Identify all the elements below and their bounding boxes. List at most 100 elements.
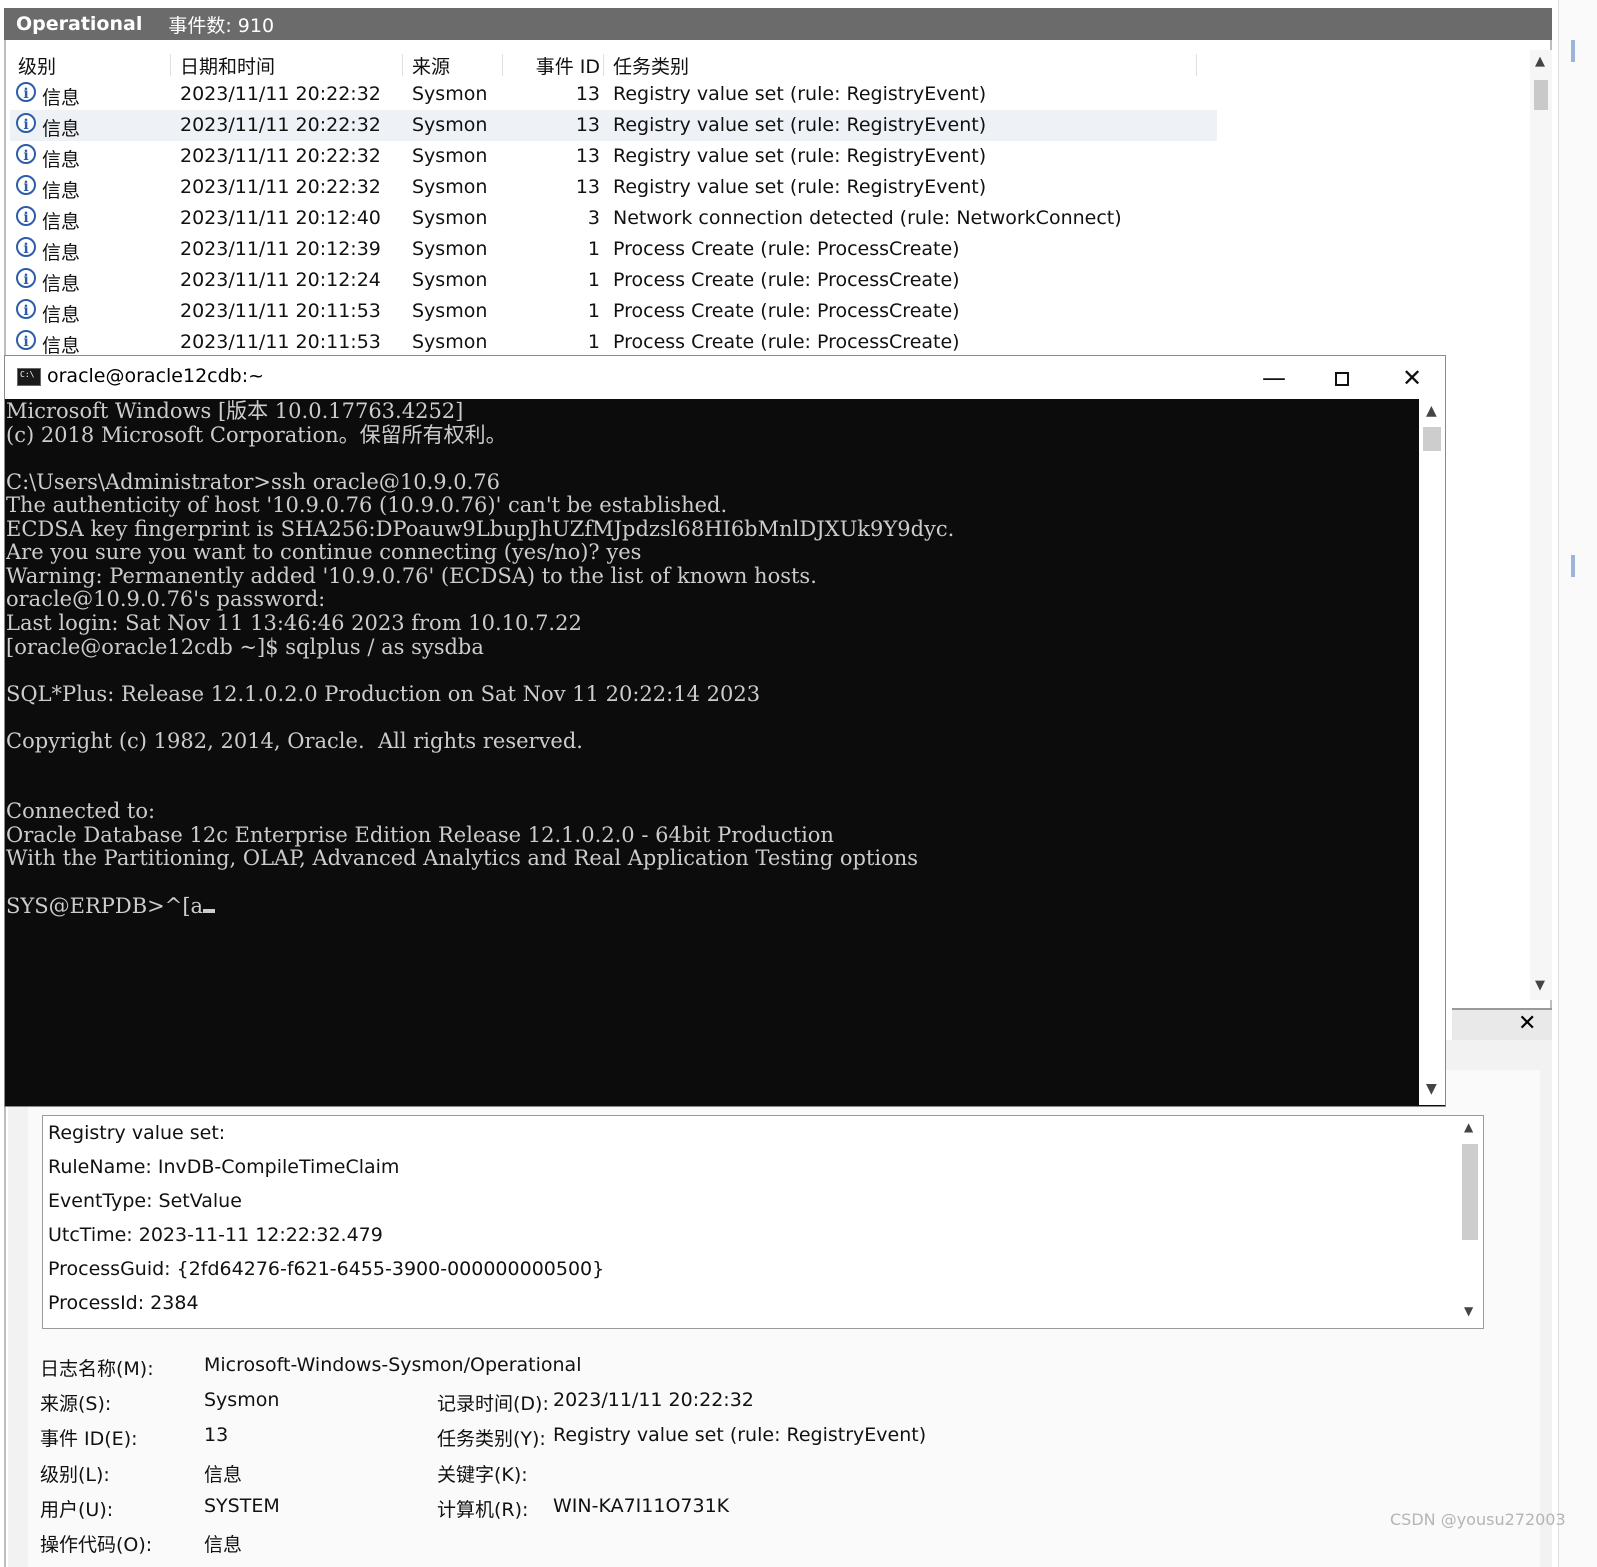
description-scrollbar[interactable]: ▲ ▼ — [1458, 1118, 1482, 1326]
terminal-line-text: Are you sure you want to continue connec… — [6, 540, 642, 565]
table-row[interactable]: i 信息 2023/11/11 20:12:39 Sysmon 1 Process Cre… — [10, 234, 1576, 265]
scroll-thumb[interactable] — [1423, 427, 1441, 451]
scroll-thumb[interactable] — [1462, 1144, 1478, 1240]
log-name-label: 日志名称(M): — [40, 1358, 154, 1380]
column-separator[interactable] — [170, 54, 171, 76]
cell-source: Sysmon — [412, 269, 488, 291]
cell-date: 2023/11/11 20:12:39 — [180, 238, 381, 260]
column-header-task[interactable]: 任务类别 — [613, 52, 689, 79]
description-line: Registry value set: — [48, 1122, 226, 1144]
terminal-line-text: SYS@ERPDB>^[a — [6, 893, 204, 918]
logged-value: 2023/11/11 20:22:32 — [553, 1389, 754, 1411]
console-titlebar[interactable]: oracle@oracle12cdb:~ — ✕ — [5, 356, 1445, 399]
cell-task: Process Create (rule: ProcessCreate) — [613, 300, 960, 322]
cell-task: Registry value set (rule: RegistryEvent) — [613, 145, 987, 167]
terminal-cursor — [203, 908, 216, 913]
table-row[interactable]: i 信息 2023/11/11 20:12:24 Sysmon 1 Process Cre… — [10, 265, 1576, 296]
terminal-line-text: Last login: Sat Nov 11 13:46:46 2023 fro… — [6, 610, 582, 635]
cell-source: Sysmon — [412, 83, 488, 105]
terminal-line: Microsoft Windows [版本 10.0.17763.4252] — [6, 400, 463, 423]
table-row[interactable]: i 信息 2023/11/11 20:22:32 Sysmon 13 Registry v… — [10, 110, 1576, 141]
log-name-value: Microsoft-Windows-Sysmon/Operational — [204, 1354, 582, 1376]
right-panel-edge — [1558, 0, 1597, 1567]
column-header-event-id[interactable]: 事件 ID — [530, 52, 600, 79]
column-separator[interactable] — [1196, 54, 1197, 76]
event-rows: i 信息 2023/11/11 20:22:32 Sysmon 13 Registry v… — [10, 79, 1576, 358]
terminal-line-text: ECDSA key fingerprint is SHA256:DPoauw9L… — [6, 516, 955, 541]
cell-source: Sysmon — [412, 238, 488, 260]
column-header-level[interactable]: 级别 — [18, 52, 56, 79]
cell-event-id: 3 — [587, 207, 600, 229]
scroll-up-icon[interactable]: ▲ — [1464, 1120, 1473, 1134]
table-row[interactable]: i 信息 2023/11/11 20:22:32 Sysmon 13 Registry v… — [10, 172, 1576, 203]
cell-level: 信息 — [42, 118, 81, 140]
minimize-button[interactable]: — — [1251, 360, 1297, 396]
info-icon: i — [16, 82, 36, 102]
terminal-line-text: (c) 2018 Microsoft Corporation。保留所有权利。 — [6, 422, 507, 447]
console-title: oracle@oracle12cdb:~ — [47, 365, 265, 387]
terminal-line: oracle@10.9.0.76's password: — [6, 588, 325, 611]
scroll-up-icon[interactable]: ▲ — [1535, 54, 1545, 69]
cell-event-id: 13 — [575, 145, 600, 167]
scroll-up-icon[interactable]: ▲ — [1426, 403, 1437, 419]
keywords-label: 关键字(K): — [437, 1464, 528, 1486]
scroll-down-icon[interactable]: ▼ — [1535, 978, 1545, 993]
terminal-line: Warning: Permanently added '10.9.0.76' (… — [6, 563, 817, 588]
detail-pane-header — [1452, 1008, 1552, 1042]
column-separator[interactable] — [402, 54, 403, 76]
level-label: 级别(L): — [40, 1464, 110, 1486]
terminal-line: Last login: Sat Nov 11 13:46:46 2023 fro… — [6, 610, 582, 635]
scroll-down-icon[interactable]: ▼ — [1426, 1081, 1437, 1097]
cell-event-id: 13 — [575, 83, 600, 105]
terminal-line: [oracle@oracle12cdb ~]$ sqlplus / as sys… — [6, 634, 484, 659]
cell-event-id: 13 — [575, 114, 600, 136]
console-window[interactable]: oracle@oracle12cdb:~ — ✕ Microsoft Windo… — [4, 355, 1446, 1107]
cell-level: 信息 — [42, 242, 81, 264]
scroll-down-icon[interactable]: ▼ — [1464, 1304, 1473, 1318]
maximize-button[interactable] — [1319, 360, 1365, 396]
table-row[interactable]: i 信息 2023/11/11 20:11:53 Sysmon 1 Process Cre… — [10, 296, 1576, 327]
cell-event-id: 13 — [575, 176, 600, 198]
info-icon: i — [16, 206, 36, 226]
terminal-line-text: [oracle@oracle12cdb ~]$ sqlplus / as sys… — [6, 634, 484, 659]
cell-task: Registry value set (rule: RegistryEvent) — [613, 114, 987, 136]
table-row[interactable]: i 信息 2023/11/11 20:22:32 Sysmon 13 Registry v… — [10, 141, 1576, 172]
table-row[interactable]: i 信息 2023/11/11 20:22:32 Sysmon 13 Registry v… — [10, 79, 1576, 110]
cell-level: 信息 — [42, 304, 81, 326]
event-description[interactable]: Registry value set: RuleName: InvDB-Comp… — [42, 1115, 1484, 1329]
terminal-line-text: oracle@10.9.0.76's password: — [6, 587, 326, 612]
column-separator[interactable] — [502, 54, 503, 76]
info-icon: i — [16, 144, 36, 164]
column-header-source[interactable]: 来源 — [412, 52, 450, 79]
console-scrollbar[interactable]: ▲ ▼ — [1419, 399, 1445, 1105]
column-separator[interactable] — [603, 54, 604, 76]
terminal-output[interactable]: Microsoft Windows [版本 10.0.17763.4252] (c… — [6, 399, 1418, 1105]
close-icon[interactable]: ✕ — [1518, 1011, 1536, 1036]
terminal-line-text: Oracle Database 12c Enterprise Edition R… — [6, 822, 834, 847]
terminal-line-text: Warning: Permanently added '10.9.0.76' (… — [6, 563, 817, 588]
event-list: 级别 日期和时间 来源 事件 ID 任务类别 i 信息 2023/11/11 20:… — [10, 48, 1576, 366]
table-row[interactable]: i 信息 2023/11/11 20:12:40 Sysmon 3 Network con… — [10, 203, 1576, 234]
cell-source: Sysmon — [412, 300, 488, 322]
cell-event-id: 1 — [587, 300, 600, 322]
terminal-line: Oracle Database 12c Enterprise Edition R… — [6, 822, 834, 847]
cell-task: Process Create (rule: ProcessCreate) — [613, 269, 960, 291]
event-list-scrollbar[interactable]: ▲ ▼ — [1530, 50, 1552, 1000]
event-id-label: 事件 ID(E): — [40, 1428, 138, 1450]
cell-task: Network connection detected (rule: Netwo… — [613, 207, 1122, 229]
scroll-thumb[interactable] — [1534, 80, 1548, 110]
console-app-icon — [17, 368, 41, 386]
terminal-line: C:\Users\Administrator>ssh oracle@10.9.0… — [6, 470, 500, 494]
column-header-date[interactable]: 日期和时间 — [180, 52, 275, 79]
cell-date: 2023/11/11 20:11:53 — [180, 331, 381, 353]
maximize-icon — [1335, 372, 1349, 386]
terminal-line-text: Microsoft Windows [版本 10.0.17763.4252] — [6, 399, 464, 423]
terminal-line: Connected to: — [6, 800, 155, 823]
close-button[interactable]: ✕ — [1389, 360, 1435, 396]
edge-marker — [1571, 40, 1575, 62]
cell-task: Registry value set (rule: RegistryEvent) — [613, 83, 987, 105]
terminal-line: Copyright (c) 1982, 2014, Oracle. All ri… — [6, 728, 583, 753]
terminal-line: Are you sure you want to continue connec… — [6, 541, 641, 564]
table-row[interactable]: i 信息 2023/11/11 20:11:53 Sysmon 1 Process Cre… — [10, 327, 1576, 358]
terminal-line-text: Copyright (c) 1982, 2014, Oracle. All ri… — [6, 728, 583, 753]
